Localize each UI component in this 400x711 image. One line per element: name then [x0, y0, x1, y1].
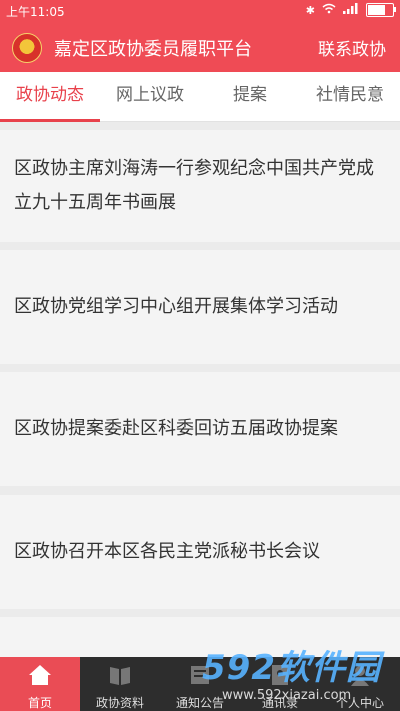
tab-proposals[interactable]: 提案: [200, 72, 300, 121]
wifi-icon: [322, 3, 336, 17]
contact-button[interactable]: 联系政协: [318, 35, 386, 60]
nav-label: 通知公告: [175, 696, 224, 710]
nav-label: 首页: [27, 696, 52, 710]
status-bar: 上午11:05 ✱: [0, 0, 400, 22]
news-item[interactable]: 区政协召开本区各民主党派秘书长会议: [0, 495, 400, 609]
nav-label: 通讯录: [261, 696, 298, 710]
news-item[interactable]: 区政协提案委赴区科委回访五届政协提案: [0, 372, 400, 486]
news-item[interactable]: 区政协主席刘海涛一行参观纪念中国共产党成立九十五周年书画展: [0, 130, 400, 242]
tab-public-opinion[interactable]: 社情民意: [300, 72, 400, 121]
person-icon: [348, 663, 372, 687]
notice-icon: [188, 663, 212, 687]
tab-news[interactable]: 政协动态: [0, 72, 100, 122]
book-icon: [108, 663, 132, 687]
app-header: 嘉定区政协委员履职平台 联系政协: [0, 22, 400, 72]
category-tabs: 政协动态 网上议政 提案 社情民意: [0, 72, 400, 122]
nav-label: 政协资料: [95, 696, 144, 710]
signal-icon: [343, 3, 359, 17]
news-item[interactable]: 区政协党组学习中心组开展集体学习活动: [0, 250, 400, 364]
nav-materials[interactable]: 政协资料: [80, 657, 160, 711]
cppcc-emblem-icon: [12, 33, 42, 63]
nav-profile[interactable]: 个人中心: [320, 657, 400, 711]
nav-home[interactable]: 首页: [0, 657, 80, 711]
bluetooth-icon: ✱: [305, 3, 315, 17]
tab-online-discussion[interactable]: 网上议政: [100, 72, 200, 121]
status-time: 上午11:05: [6, 5, 65, 19]
news-title: 区政协主席刘海涛一行参观纪念中国共产党成立九十五周年书画展: [14, 158, 374, 213]
nav-notices[interactable]: 通知公告: [160, 657, 240, 711]
battery-icon: [366, 3, 396, 17]
contacts-icon: [268, 663, 292, 687]
nav-contacts[interactable]: 通讯录: [240, 657, 320, 711]
home-icon: [28, 663, 52, 687]
news-title: 区政协提案委赴区科委回访五届政协提案: [14, 418, 338, 439]
bottom-nav: 首页 政协资料 通知公告 通讯录 个人中心: [0, 657, 400, 711]
status-icons: ✱: [305, 3, 396, 17]
news-title: 区政协召开本区各民主党派秘书长会议: [14, 541, 320, 562]
nav-label: 个人中心: [335, 696, 384, 710]
page-title: 嘉定区政协委员履职平台: [54, 39, 252, 60]
news-title: 区政协党组学习中心组开展集体学习活动: [14, 296, 338, 317]
